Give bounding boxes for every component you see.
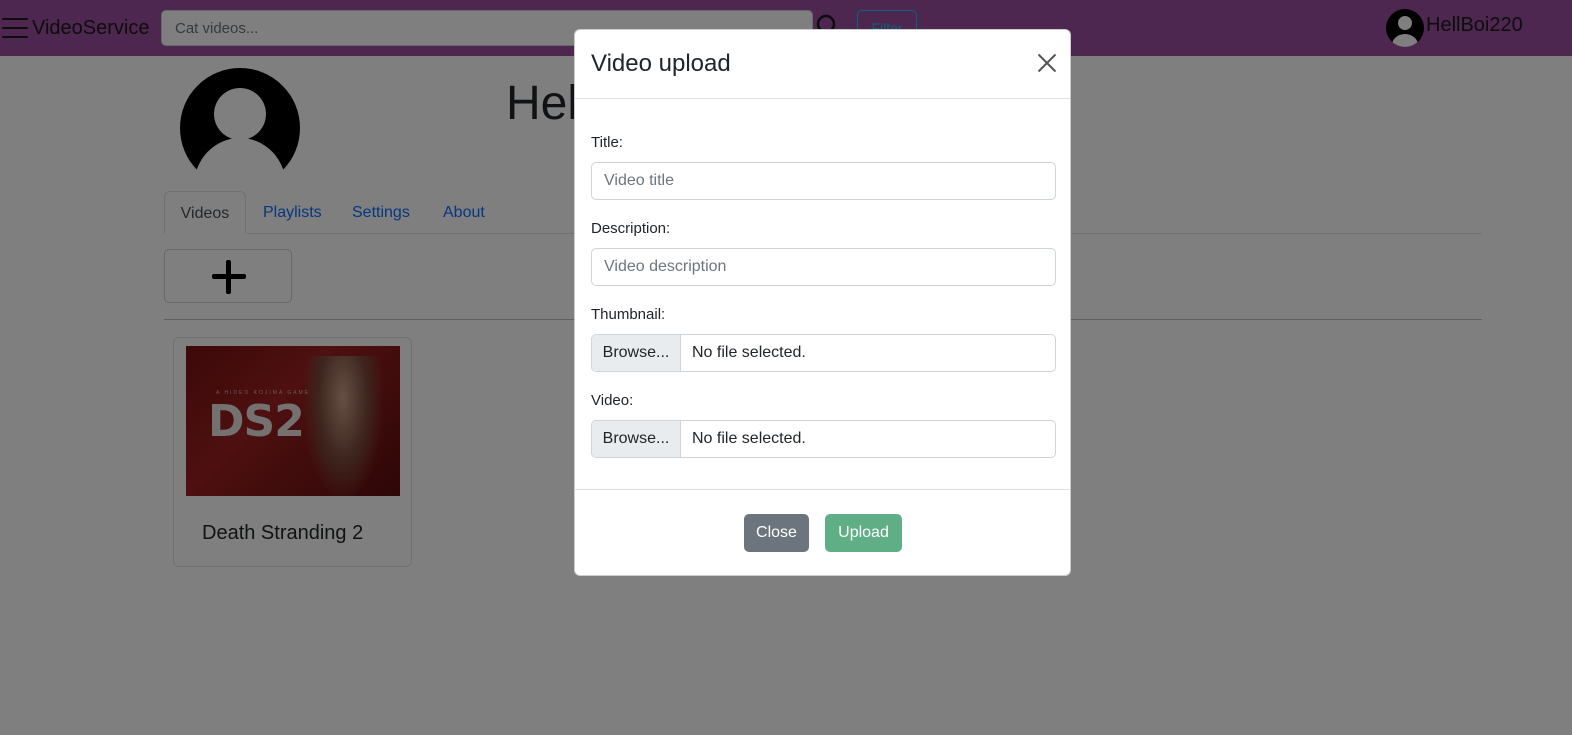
close-icon[interactable] <box>1036 52 1058 74</box>
video-file-status: No file selected. <box>692 430 806 447</box>
close-button[interactable]: Close <box>744 514 809 552</box>
modal-header: Video upload <box>575 30 1070 99</box>
video-upload-modal: Video upload Title: Description: Thumbna… <box>574 29 1071 576</box>
description-input[interactable] <box>591 248 1056 286</box>
video-label: Video: <box>591 392 634 409</box>
thumbnail-browse-button[interactable]: Browse... <box>592 335 681 371</box>
video-file-input[interactable]: Browse... No file selected. <box>591 420 1056 458</box>
title-input[interactable] <box>591 162 1056 200</box>
thumbnail-file-status: No file selected. <box>692 344 806 361</box>
video-browse-button[interactable]: Browse... <box>592 421 681 457</box>
modal-footer: Close Upload <box>575 489 1070 576</box>
thumbnail-label: Thumbnail: <box>591 306 666 323</box>
description-label: Description: <box>591 220 671 237</box>
thumbnail-file-input[interactable]: Browse... No file selected. <box>591 334 1056 372</box>
modal-title: Video upload <box>591 50 731 77</box>
upload-button[interactable]: Upload <box>825 514 902 552</box>
title-label: Title: <box>591 134 623 151</box>
